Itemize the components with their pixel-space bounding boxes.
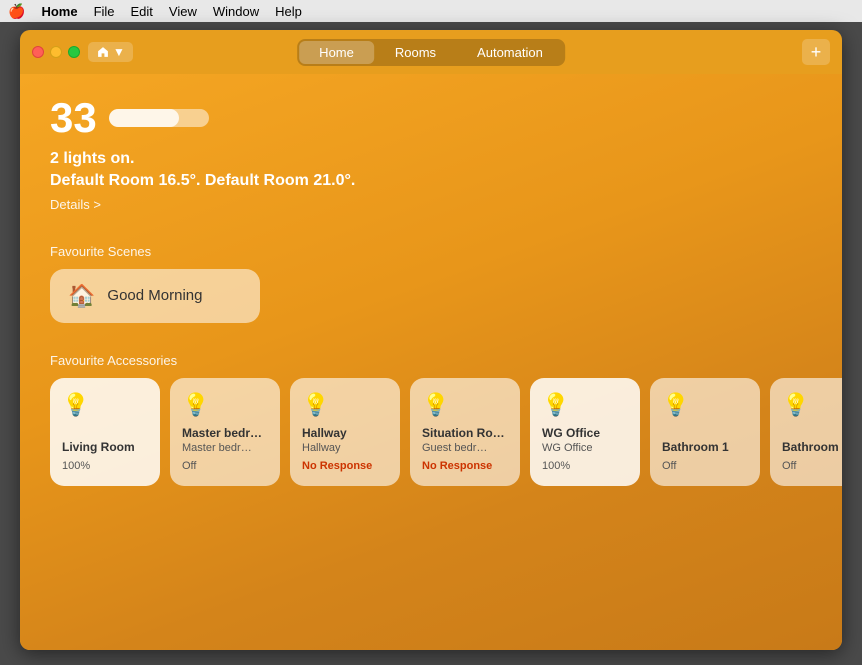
add-button[interactable]: + [802,39,830,65]
accessory-master-bedroom[interactable]: 💡 Master bedr… Master bedr… Off [170,378,280,486]
accessory-name: WG Office [542,426,628,442]
accessories-grid: 💡 Living Room 100% 💡 Master bedr… Master… [50,378,812,486]
accessory-status: 100% [62,460,148,472]
stats-row: 33 [50,94,812,142]
accessory-status: Off [182,460,268,472]
menu-file[interactable]: File [94,4,115,19]
scenes-label: Favourite Scenes [50,244,812,259]
menu-home[interactable]: Home [41,4,77,19]
bulb-icon: 💡 [62,392,148,418]
app-window: ▼ Home Rooms Automation + 33 2 lights on… [20,30,842,650]
accessory-status: Off [662,460,748,472]
accessory-name: Master bedr… [182,426,268,442]
home-nav-button[interactable]: ▼ [88,42,133,62]
close-button[interactable] [32,46,44,58]
accessory-status: No Response [422,460,508,472]
title-bar: ▼ Home Rooms Automation + [20,30,842,74]
tab-home[interactable]: Home [299,41,374,64]
accessory-name: Bathroom 2 [782,440,842,456]
bulb-icon: 💡 [542,392,628,418]
accessory-name: Situation Ro… [422,426,508,442]
accessory-bathroom-1[interactable]: 💡 Bathroom 1 Off [650,378,760,486]
minimize-button[interactable] [50,46,62,58]
menu-bar: 🍎 Home File Edit View Window Help [0,0,862,22]
accessory-name: Hallway [302,426,388,442]
accessory-name: Living Room [62,440,148,456]
accessory-sub: Hallway [302,441,388,455]
accessory-status: 100% [542,460,628,472]
accessories-label: Favourite Accessories [50,353,812,368]
accessory-hallway[interactable]: 💡 Hallway Hallway No Response [290,378,400,486]
menu-view[interactable]: View [169,4,197,19]
temp-bar [109,109,209,127]
accessory-sub: Master bedr… [182,441,268,455]
accessory-situation-room[interactable]: 💡 Situation Ro… Guest bedr… No Response [410,378,520,486]
apple-menu[interactable]: 🍎 [8,3,25,20]
maximize-button[interactable] [68,46,80,58]
accessory-status: No Response [302,460,388,472]
tab-automation[interactable]: Automation [457,41,563,64]
scene-home-icon: 🏠 [68,283,95,309]
bulb-icon: 💡 [782,392,842,418]
accessory-name: Bathroom 1 [662,440,748,456]
menu-help[interactable]: Help [275,4,302,19]
accessory-wg-office[interactable]: 💡 WG Office WG Office 100% [530,378,640,486]
menu-edit[interactable]: Edit [131,4,153,19]
main-content: 33 2 lights on. Default Room 16.5°. Defa… [20,74,842,650]
menu-window[interactable]: Window [213,4,259,19]
tabs-container: Home Rooms Automation [297,39,565,66]
accessory-bathroom-2[interactable]: 💡 Bathroom 2 Off [770,378,842,486]
temperature-display: 33 [50,94,97,142]
accessory-living-room[interactable]: 💡 Living Room 100% [50,378,160,486]
tab-rooms[interactable]: Rooms [375,41,456,64]
scene-name: Good Morning [107,287,202,304]
accessories-section: Favourite Accessories 💡 Living Room 100%… [50,353,812,486]
details-link[interactable]: Details > [50,197,101,212]
traffic-lights [32,46,80,58]
status-line2: Default Room 16.5°. Default Room 21.0°. [50,170,812,192]
accessory-sub: Guest bedr… [422,441,508,455]
accessory-sub: WG Office [542,441,628,455]
scene-good-morning[interactable]: 🏠 Good Morning [50,269,260,323]
bulb-icon: 💡 [662,392,748,418]
status-line1: 2 lights on. [50,148,812,170]
status-text: 2 lights on. Default Room 16.5°. Default… [50,148,812,214]
bulb-icon: 💡 [422,392,508,418]
bulb-icon: 💡 [182,392,268,418]
accessory-status: Off [782,460,842,472]
bulb-icon: 💡 [302,392,388,418]
temp-bar-fill [109,109,179,127]
